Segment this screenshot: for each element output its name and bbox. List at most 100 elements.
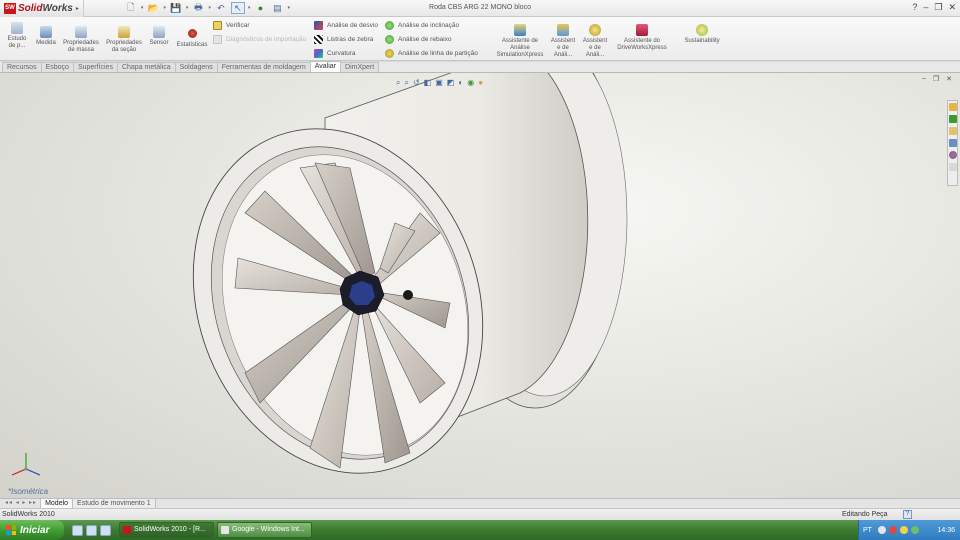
tab-dimxpert[interactable]: DimXpert	[340, 62, 380, 72]
driveworksxpress-button[interactable]: Assistente do DriveWorksXpress	[614, 24, 670, 52]
custom-properties-icon[interactable]	[948, 163, 957, 171]
curvature-label: Curvatura	[327, 50, 356, 57]
tab-sheet-metal[interactable]: Chapa metálica	[116, 62, 176, 72]
tab-surfaces[interactable]: Superfícies	[72, 62, 118, 72]
chevron-down-icon[interactable]: ▾	[163, 5, 166, 11]
graphics-viewport[interactable]: ⌕ ⌕ ↺ ◧ ▣ ◩ ◐ ◉ ● – ❐ ✕ *Isométrica	[0, 73, 960, 498]
media-icon[interactable]	[100, 524, 111, 536]
tray-update-icon[interactable]	[910, 526, 919, 534]
previous-view-icon[interactable]: ↺	[413, 78, 420, 88]
tray-volume-icon[interactable]	[899, 526, 908, 534]
solidworks-menu-button[interactable]: SW SolidWorks ▸	[0, 0, 84, 17]
options-icon[interactable]: ▤	[270, 2, 284, 14]
sensor-label: Sensor	[149, 40, 169, 46]
section-view-icon[interactable]: ◧	[424, 78, 432, 88]
edit-appearance-icon[interactable]: ◉	[467, 78, 474, 88]
tray-network-icon[interactable]	[877, 526, 886, 534]
open-icon[interactable]: 📂	[146, 2, 160, 14]
chevron-down-icon[interactable]: ▾	[141, 5, 144, 11]
help-icon[interactable]: ?	[903, 510, 912, 519]
zoom-fit-icon[interactable]: ⌕	[396, 78, 400, 88]
taskbar-internet-explorer[interactable]: Google - Windows Int...	[217, 522, 312, 538]
zebra-stripes-label: Listras de zebra	[327, 36, 374, 43]
deviation-analysis-button[interactable]: Análise de desvio	[314, 21, 378, 30]
check-button[interactable]: Verificar	[213, 21, 249, 30]
dfmxpress-label-line2: e de	[589, 45, 601, 51]
design-study-button[interactable]: Estudo de p...	[5, 22, 29, 50]
view-palette-icon[interactable]	[948, 139, 957, 147]
view-orientation-icon[interactable]: ▣	[435, 78, 443, 88]
draft-analysis-button[interactable]: Análise de inclinação	[385, 21, 459, 30]
tab-sketch[interactable]: Esboço	[40, 62, 74, 72]
zoom-area-icon[interactable]: ⌕	[404, 78, 408, 88]
design-study-label: Estudo de p...	[7, 36, 27, 49]
dfmxpress-icon	[589, 24, 601, 36]
statistics-label: Estatísticas	[176, 42, 208, 48]
simulationxpress-icon	[514, 24, 526, 36]
sensor-button[interactable]: Sensor	[147, 26, 171, 47]
section-properties-button[interactable]: Propriedades da seção	[104, 26, 144, 54]
system-tray: PT 14:36	[858, 520, 960, 540]
floxpress-label-line1: Assistent	[550, 38, 576, 44]
statistics-button[interactable]: Estatísticas	[174, 26, 210, 49]
tray-security-icon[interactable]	[888, 526, 897, 534]
home-icon[interactable]	[948, 103, 957, 111]
help-icon[interactable]: ?	[912, 2, 917, 13]
appearances-icon[interactable]	[948, 151, 957, 159]
tab-features[interactable]: Recursos	[2, 62, 42, 72]
undercut-analysis-button[interactable]: Análise de rebaixo	[385, 35, 451, 44]
print-icon[interactable]: 🖶	[191, 2, 205, 14]
import-diagnostics-button[interactable]: Diagnósticos de importação	[213, 35, 306, 44]
rebuild-icon[interactable]: ●	[253, 2, 267, 14]
language-indicator[interactable]: PT	[863, 527, 872, 534]
minimize-button[interactable]: –	[922, 75, 926, 83]
display-style-icon[interactable]: ◩	[447, 78, 455, 88]
tab-evaluate[interactable]: Avaliar	[309, 61, 342, 72]
taskbar-solidworks[interactable]: SolidWorks 2010 - [R...	[119, 522, 214, 538]
sustainability-button[interactable]: Sustainability	[678, 24, 726, 45]
heads-up-view-toolbar: ⌕ ⌕ ↺ ◧ ▣ ◩ ◐ ◉ ●	[396, 78, 483, 88]
close-button[interactable]: ✕	[948, 2, 956, 13]
mass-properties-button[interactable]: Propriedades de massa	[61, 26, 101, 54]
fan-wheel-model[interactable]	[0, 73, 960, 498]
select-icon[interactable]: ↖	[230, 2, 245, 14]
dfmxpress-button[interactable]: Assistent e de Análi...	[580, 24, 610, 59]
close-button[interactable]: ✕	[946, 75, 952, 83]
zebra-stripes-icon	[314, 35, 323, 44]
zebra-stripes-button[interactable]: Listras de zebra	[314, 35, 373, 44]
dfmxpress-label-line3: Análi...	[585, 52, 605, 58]
undo-icon[interactable]: ↶	[214, 2, 228, 14]
tab-scroll-arrows[interactable]: ◂◂ ◂ ▸ ▸▸	[2, 499, 40, 508]
apply-scene-icon[interactable]: ●	[478, 78, 483, 88]
window-controls: ? – ❐ ✕	[912, 2, 956, 13]
simulationxpress-button[interactable]: Assistente de Análise SimulationXpress	[492, 24, 548, 59]
new-document-icon[interactable]: 🗋	[124, 2, 138, 14]
floxpress-button[interactable]: Assistent e de Análi...	[548, 24, 578, 59]
chevron-down-icon[interactable]: ▾	[248, 5, 251, 11]
desktop-icon[interactable]	[86, 524, 97, 536]
save-icon[interactable]: 💾	[169, 2, 183, 14]
restore-button[interactable]: ❐	[934, 2, 942, 13]
chevron-down-icon[interactable]: ▾	[208, 5, 211, 11]
file-explorer-icon[interactable]	[948, 127, 957, 135]
ie-icon[interactable]	[72, 524, 83, 536]
measure-button[interactable]: Medida	[34, 26, 58, 47]
tab-mold-tools[interactable]: Ferramentas de moldagem	[216, 62, 311, 72]
task-pane-tabs	[947, 100, 958, 186]
design-library-icon[interactable]	[948, 115, 957, 123]
chevron-down-icon[interactable]: ▾	[186, 5, 189, 11]
chevron-down-icon[interactable]: ▾	[287, 5, 290, 11]
tab-weldments[interactable]: Soldagens	[174, 62, 218, 72]
start-label: Iniciar	[20, 524, 50, 536]
sustainability-icon	[696, 24, 708, 36]
dfmxpress-label-line1: Assistent	[582, 38, 608, 44]
restore-button[interactable]: ❐	[933, 75, 939, 83]
hide-show-icon[interactable]: ◐	[458, 78, 463, 88]
curvature-button[interactable]: Curvatura	[314, 49, 356, 58]
start-button[interactable]: Iniciar	[0, 520, 64, 540]
import-diagnostics-label: Diagnósticos de importação	[226, 36, 307, 43]
quick-access-toolbar: 🗋 ▾ 📂 ▾ 💾 ▾ 🖶 ▾ ↶ ↖ ▾ ● ▤ ▾	[124, 2, 290, 14]
minimize-button[interactable]: –	[923, 2, 928, 13]
parting-line-analysis-button[interactable]: Análise de linha de partição	[385, 49, 478, 58]
command-manager-tabs: Recursos Esboço Superfícies Chapa metáli…	[0, 61, 960, 73]
